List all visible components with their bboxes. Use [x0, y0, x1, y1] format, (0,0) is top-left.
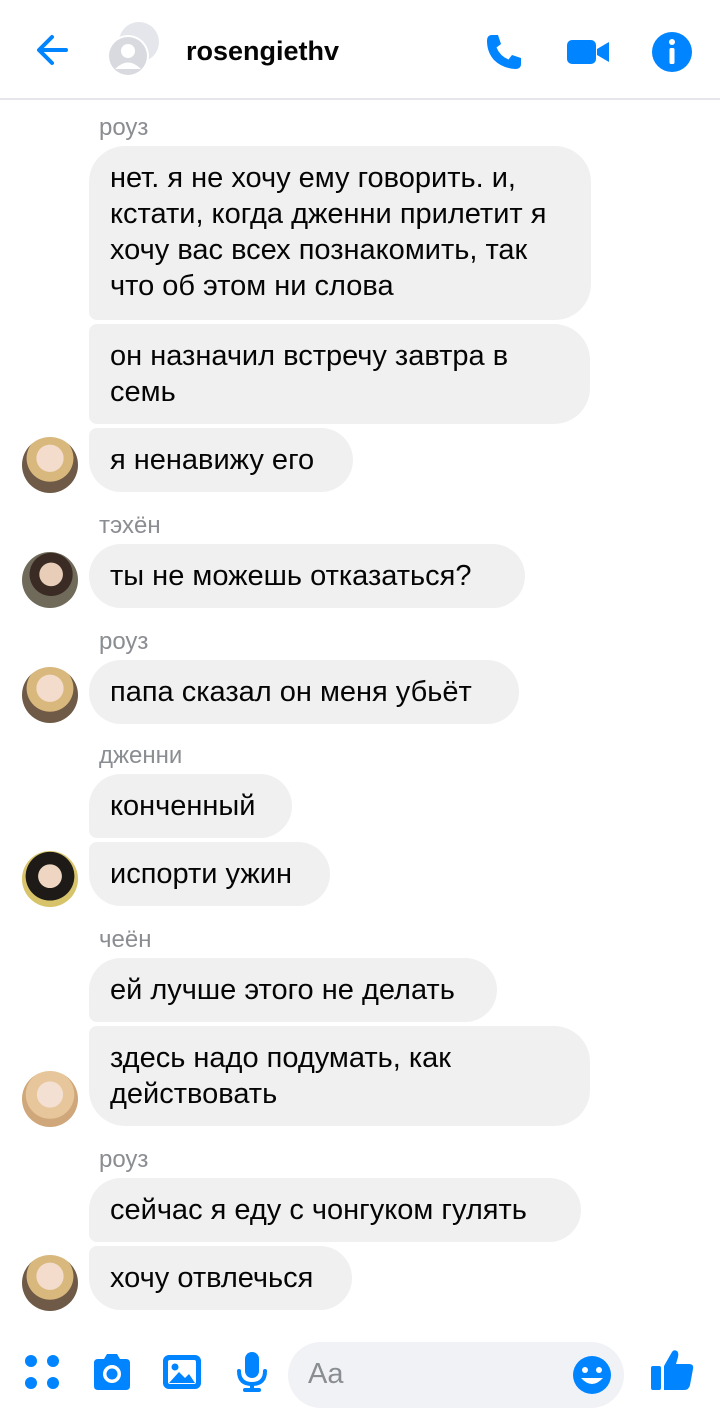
message-bubble[interactable]: он назначил встречу завтра в семь — [89, 324, 590, 424]
phone-icon[interactable] — [482, 30, 526, 74]
sender-label: дженни — [99, 742, 183, 769]
camera-icon[interactable] — [90, 1350, 134, 1394]
sender-label: роуз — [99, 1146, 149, 1173]
video-camera-icon[interactable] — [566, 30, 610, 74]
microphone-icon[interactable] — [230, 1350, 274, 1394]
message-bubble[interactable]: сейчас я еду с чонгуком гулять — [89, 1178, 581, 1242]
chat-header: rosengiethv — [0, 0, 720, 100]
dots-grid-icon[interactable] — [20, 1350, 64, 1394]
message-bubble[interactable]: нет. я не хочу ему говорить. и, кстати, … — [89, 146, 591, 320]
message-bubble[interactable]: здесь надо подумать, как действовать — [89, 1026, 590, 1126]
message-bubble[interactable]: ей лучше этого не делать — [89, 958, 497, 1022]
message-bubble[interactable]: хочу отвлечься — [89, 1246, 352, 1310]
avatar-rose[interactable] — [22, 1255, 78, 1311]
sender-label: тэхён — [99, 512, 161, 539]
message-input-placeholder: Aa — [308, 1358, 344, 1390]
message-bubble[interactable]: я ненавижу его — [89, 428, 353, 492]
avatar-taehyung[interactable] — [22, 552, 78, 608]
sender-label: чеён — [99, 926, 152, 953]
avatar-rose[interactable] — [22, 667, 78, 723]
message-bubble[interactable]: конченный — [89, 774, 292, 838]
chat-title[interactable]: rosengiethv — [186, 36, 339, 67]
message-composer: Aa — [0, 1336, 720, 1424]
message-input[interactable]: Aa — [288, 1342, 624, 1408]
sender-label: роуз — [99, 628, 149, 655]
message-bubble[interactable]: папа сказал он меня убьёт — [89, 660, 519, 724]
image-icon[interactable] — [160, 1350, 204, 1394]
message-bubble[interactable]: ты не можешь отказаться? — [89, 544, 525, 608]
smiley-icon[interactable] — [570, 1353, 614, 1397]
message-bubble[interactable]: испорти ужин — [89, 842, 330, 906]
group-avatar-icon[interactable] — [104, 20, 164, 80]
avatar-rose[interactable] — [22, 437, 78, 493]
info-icon[interactable] — [650, 30, 694, 74]
sender-label: роуз — [99, 114, 149, 141]
thumbs-up-icon[interactable] — [648, 1346, 696, 1394]
avatar-jennie[interactable] — [22, 851, 78, 907]
back-arrow-icon[interactable] — [32, 30, 72, 70]
avatar-chaeyoung[interactable] — [22, 1071, 78, 1127]
